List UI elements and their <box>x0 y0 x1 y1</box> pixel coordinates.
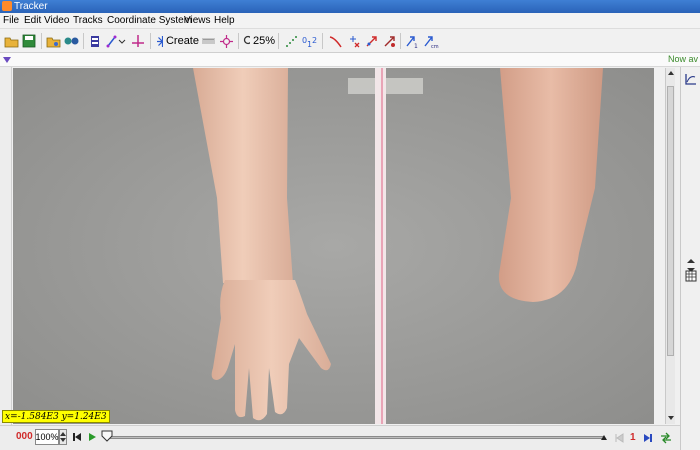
scroll-down-arrow-icon[interactable] <box>667 414 675 422</box>
toolbar-separator <box>150 33 151 49</box>
video-image <box>13 68 654 424</box>
velocity-arrow-icon <box>366 35 377 46</box>
svg-text:2: 2 <box>312 36 317 45</box>
step-size[interactable]: 1 <box>630 432 636 443</box>
collapse-up-icon[interactable] <box>687 258 695 264</box>
toolbar-separator <box>322 33 323 49</box>
scroll-up-arrow-icon[interactable] <box>667 69 675 77</box>
position-marker-icon <box>349 35 359 47</box>
film-reel-icon <box>64 37 78 45</box>
create-star-icon <box>157 35 163 47</box>
menu-views[interactable]: Views <box>184 14 211 28</box>
axes-button[interactable] <box>130 32 146 50</box>
notes-bar: Now av <box>0 53 700 67</box>
table-view-icon[interactable] <box>685 270 697 282</box>
frame-number[interactable]: 000 <box>16 431 33 442</box>
film-strip-icon <box>91 35 99 47</box>
left-gutter <box>0 67 12 425</box>
labels-button[interactable]: 012 <box>302 32 318 50</box>
coordinate-readout: x=-1.584E3 y=1.24E3 <box>2 410 110 423</box>
create-label: Create <box>165 35 199 47</box>
step-forward-icon[interactable] <box>643 433 653 443</box>
toolbar-separator <box>238 33 239 49</box>
scroll-thumb[interactable] <box>667 86 674 356</box>
svg-text:cm: cm <box>431 44 439 48</box>
zoom-button[interactable]: 25% <box>243 32 275 50</box>
play-icon <box>89 433 96 441</box>
save-button[interactable] <box>21 32 37 50</box>
step-back-icon[interactable] <box>614 433 624 443</box>
slider-start-marker-icon[interactable] <box>101 430 113 442</box>
calibration-tools-button[interactable] <box>106 32 126 50</box>
svg-text:1: 1 <box>414 43 418 48</box>
path-curve-icon <box>329 35 342 47</box>
position-button[interactable] <box>346 32 360 50</box>
playback-rate-field[interactable]: 100% <box>35 429 59 445</box>
vector-one-icon: 1 <box>406 35 418 48</box>
vector-one-button[interactable]: 1 <box>405 32 419 50</box>
trails-dots-icon <box>285 35 297 47</box>
zoom-label: 25% <box>252 35 275 47</box>
toolbar: Create 25% 012 1 cm <box>0 29 700 53</box>
tracker-app-icon <box>2 1 12 11</box>
video-frame[interactable] <box>13 68 654 424</box>
clip-settings-button[interactable] <box>88 32 102 50</box>
menu-coordinate-system[interactable]: Coordinate System <box>107 14 192 28</box>
open-video-button[interactable] <box>45 32 61 50</box>
rate-down-arrow-icon <box>60 438 66 442</box>
plot-view-icon[interactable] <box>685 73 697 85</box>
play-button[interactable] <box>88 432 98 442</box>
menu-edit[interactable]: Edit <box>24 14 41 28</box>
playback-rate-value: 100% <box>35 432 59 442</box>
toolbar-separator <box>41 33 42 49</box>
loop-toggle-icon[interactable] <box>660 432 672 444</box>
video-folder-icon <box>46 37 60 47</box>
autotracker-icon <box>219 34 233 48</box>
dropdown-triangle-icon[interactable] <box>3 56 11 64</box>
create-track-button[interactable]: Create <box>157 32 199 50</box>
track-control-icon <box>201 38 215 44</box>
notes-text: Now av <box>667 54 698 64</box>
toolbar-separator <box>83 33 84 49</box>
reset-to-start-icon <box>73 433 81 441</box>
right-side-pane <box>680 67 700 450</box>
reset-button[interactable] <box>72 432 82 442</box>
acceleration-button[interactable] <box>382 32 396 50</box>
video-properties-button[interactable] <box>63 32 79 50</box>
menu-file[interactable]: File <box>3 14 19 28</box>
magnifier-icon <box>243 35 250 45</box>
toolbar-separator <box>400 33 401 49</box>
trails-button[interactable] <box>284 32 298 50</box>
save-disk-icon <box>22 34 36 48</box>
rate-spinner[interactable] <box>59 429 67 445</box>
slider-end-marker-icon[interactable] <box>600 433 608 441</box>
acceleration-arrow-icon <box>384 35 395 47</box>
axes-icon <box>132 35 144 47</box>
menu-tracks[interactable]: Tracks <box>73 14 103 28</box>
track-control-button[interactable] <box>201 32 215 50</box>
menu-video[interactable]: Video <box>44 14 69 28</box>
path-button[interactable] <box>328 32 342 50</box>
open-folder-button[interactable] <box>3 32 19 50</box>
autotracker-button[interactable] <box>219 32 233 50</box>
player-bar: 000 100% 1 <box>0 425 680 450</box>
window-title: Tracker <box>14 1 48 12</box>
velocity-button[interactable] <box>364 32 378 50</box>
point-labels-icon: 012 <box>302 36 317 48</box>
open-folder-icon <box>4 37 18 47</box>
toolbar-separator <box>278 33 279 49</box>
vector-sum-icon: cm <box>424 35 439 48</box>
menu-bar: File Edit Video Tracks Coordinate System… <box>0 13 700 29</box>
frame-slider[interactable] <box>104 436 604 439</box>
video-scrollbar[interactable] <box>665 68 675 424</box>
calibration-icon <box>106 35 126 47</box>
menu-help[interactable]: Help <box>214 14 235 28</box>
title-bar: Tracker <box>0 0 700 13</box>
vector-sum-button[interactable]: cm <box>423 32 439 50</box>
